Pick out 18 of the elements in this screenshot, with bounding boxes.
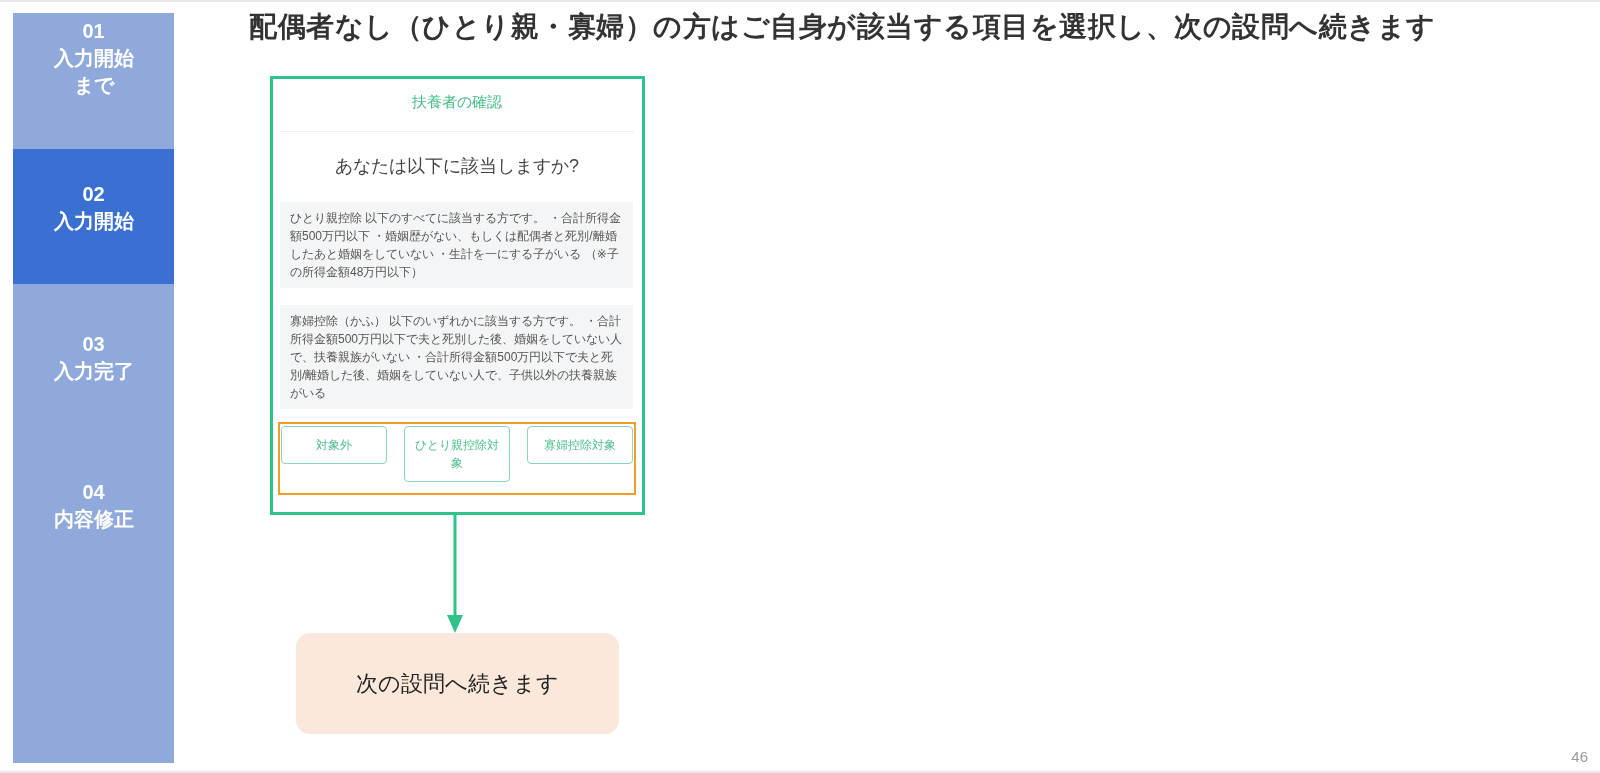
page-number: 46 [1571, 748, 1588, 765]
step-number: 03 [82, 332, 105, 357]
step-label: 入力開始まで [52, 46, 135, 98]
step-label: 入力完了 [53, 359, 134, 384]
choice-button[interactable]: 寡婦控除対象 [527, 426, 633, 464]
choice-button[interactable]: ひとり親控除対象 [404, 426, 510, 482]
option-description: ひとり親控除 以下のすべてに該当する方です。 ・合計所得金額500万円以下 ・婚姻歴がない、もしくは配偶者と死別/離婚したあと婚姻をしていない ・生計を一にする子がいる （※子の所得金額48万円以下） [280, 202, 633, 288]
next-step-text: 次の設問へ続きます [356, 669, 559, 698]
question-text: あなたは以下に該当しますか? [334, 155, 580, 178]
step-label: 内容修正 [53, 507, 134, 532]
screen-header: 扶養者の確認 [280, 79, 634, 132]
step-number: 04 [82, 480, 105, 505]
step-number: 01 [82, 19, 105, 44]
step-number: 02 [82, 182, 105, 207]
slide-title: 配偶者なし（ひとり親・寡婦）の方はご自身が該当する項目を選択し、次の設問へ続きます [249, 10, 1436, 44]
choice-button[interactable]: 対象外 [281, 426, 387, 464]
option-description: 寡婦控除（かふ） 以下のいずれかに該当する方です。 ・合計所得金額500万円以下で夫と死別した後、婚姻をしていない人で、扶養親族がいない ・合計所得金額500万円以下で夫と死別/離婚した後、婚姻をしていない人で、子供以外の扶養親族がいる [280, 305, 633, 409]
step-label: 入力開始 [53, 209, 134, 234]
